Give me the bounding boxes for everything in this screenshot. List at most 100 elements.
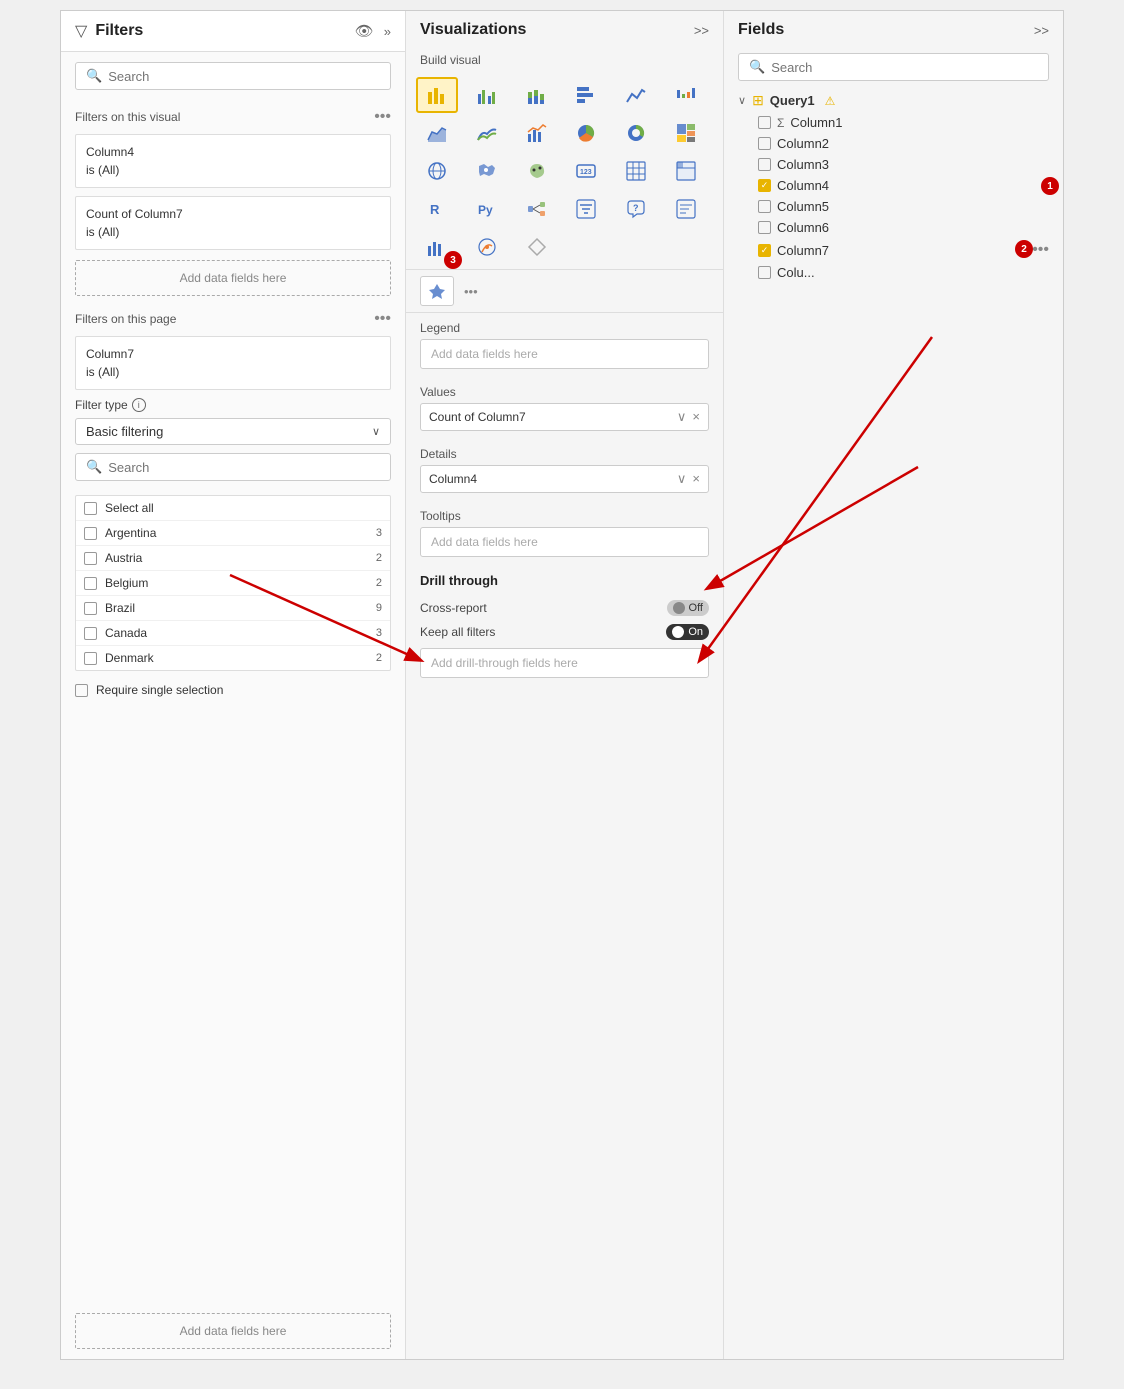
- viz-icon-decomp-tree[interactable]: [516, 191, 558, 227]
- viz-icon-treemap[interactable]: [665, 115, 707, 151]
- fields-expand-icon[interactable]: >>: [1034, 23, 1049, 38]
- details-close-icon[interactable]: ×: [692, 471, 700, 487]
- filter-item-denmark[interactable]: Denmark 2: [76, 646, 390, 670]
- viz-icon-stacked-bar[interactable]: [516, 77, 558, 113]
- viz-icon-horizontal-bar[interactable]: [565, 77, 607, 113]
- viz-icon-table[interactable]: [615, 153, 657, 189]
- eye-icon[interactable]: 👁: [355, 22, 374, 40]
- column2-checkbox[interactable]: [758, 137, 771, 150]
- viz-icon-globe[interactable]: [416, 153, 458, 189]
- filters-header: ▽ Filters 👁 »: [61, 11, 405, 52]
- filters-page-menu[interactable]: •••: [374, 310, 391, 328]
- column5-checkbox[interactable]: [758, 200, 771, 213]
- column1-checkbox[interactable]: [758, 116, 771, 129]
- viz-icon-smart-narrative[interactable]: [665, 191, 707, 227]
- filter-item-canada[interactable]: Canada 3: [76, 621, 390, 646]
- filter-list-search-input[interactable]: [108, 460, 380, 475]
- argentina-checkbox[interactable]: [84, 527, 97, 540]
- column7-checkbox[interactable]: ✓: [758, 244, 771, 257]
- column4-checkbox[interactable]: ✓: [758, 179, 771, 192]
- expand-icon[interactable]: »: [384, 24, 391, 39]
- filter-type-chevron: ∨: [372, 425, 380, 438]
- viz-icon-card[interactable]: 123: [565, 153, 607, 189]
- viz-icon-filter-visual[interactable]: [565, 191, 607, 227]
- query1-row[interactable]: ∨ ⊞ Query1 ⚠: [738, 89, 1049, 112]
- column4-label: Column4: [777, 178, 829, 193]
- column3-checkbox[interactable]: [758, 158, 771, 171]
- viz-icon-waterfall[interactable]: [665, 77, 707, 113]
- column6-checkbox[interactable]: [758, 221, 771, 234]
- viz-icon-diamond[interactable]: [516, 229, 558, 265]
- denmark-checkbox[interactable]: [84, 652, 97, 665]
- filter-item-brazil[interactable]: Brazil 9: [76, 596, 390, 621]
- filters-visual-add-fields[interactable]: Add data fields here: [75, 260, 391, 296]
- filters-visual-menu[interactable]: •••: [374, 108, 391, 126]
- viz-icon-metrics-visual[interactable]: [466, 229, 508, 265]
- details-field-text: Column4: [429, 472, 673, 486]
- viz-get-more-button[interactable]: [420, 276, 454, 306]
- viz-icon-pie[interactable]: [565, 115, 607, 151]
- column-row-5[interactable]: Column5: [738, 196, 1049, 217]
- keep-filters-toggle[interactable]: On: [666, 624, 709, 640]
- column-row-6[interactable]: Column6: [738, 217, 1049, 238]
- values-close-icon[interactable]: ×: [692, 409, 700, 425]
- query1-label: Query1: [770, 93, 815, 108]
- viz-icon-python[interactable]: Py: [466, 191, 508, 227]
- viz-expand-icon[interactable]: >>: [694, 23, 709, 38]
- require-single-checkbox[interactable]: [75, 684, 88, 697]
- viz-icon-grouped-bar[interactable]: [466, 77, 508, 113]
- details-chevron-icon[interactable]: ∨: [677, 471, 687, 487]
- filter-item-austria[interactable]: Austria 2: [76, 546, 390, 571]
- austria-checkbox[interactable]: [84, 552, 97, 565]
- column-row-2[interactable]: Column2: [738, 133, 1049, 154]
- filter-select-all[interactable]: Select all: [76, 496, 390, 521]
- filter-card-column7-page[interactable]: Column7 is (All): [75, 336, 391, 390]
- legend-drop-zone[interactable]: Add data fields here: [420, 339, 709, 369]
- column-row-7[interactable]: ✓ Column7 ••• 2: [738, 238, 1049, 262]
- column-row-8[interactable]: Colu...: [738, 262, 1049, 283]
- filter-card-count-column7[interactable]: Count of Column7 is (All): [75, 196, 391, 250]
- filter-type-info-icon[interactable]: i: [132, 398, 146, 412]
- filter-card-column4[interactable]: Column4 is (All): [75, 134, 391, 188]
- viz-icon-combo[interactable]: [516, 115, 558, 151]
- column7-more-button[interactable]: •••: [1032, 241, 1049, 259]
- filter-list-search-box[interactable]: 🔍: [75, 453, 391, 481]
- filters-search-input[interactable]: [108, 69, 380, 84]
- viz-icon-donut[interactable]: [615, 115, 657, 151]
- svg-text:R: R: [430, 202, 440, 217]
- filters-page-add-fields[interactable]: Add data fields here: [75, 1313, 391, 1349]
- values-field-item[interactable]: Count of Column7 ∨ ×: [420, 403, 709, 431]
- values-chevron-icon[interactable]: ∨: [677, 409, 687, 425]
- viz-icon-qa[interactable]: ?: [615, 191, 657, 227]
- tooltips-drop-zone[interactable]: Add data fields here: [420, 527, 709, 557]
- viz-more-options[interactable]: •••: [464, 284, 478, 299]
- column-row-4[interactable]: ✓ Column4 1: [738, 175, 1049, 196]
- viz-icon-bar-chart[interactable]: [416, 77, 458, 113]
- fields-search-input[interactable]: [771, 60, 1038, 75]
- viz-icon-shape-map[interactable]: [516, 153, 558, 189]
- filter-item-belgium[interactable]: Belgium 2: [76, 571, 390, 596]
- filter-type-select[interactable]: Basic filtering ∨: [75, 418, 391, 445]
- belgium-checkbox[interactable]: [84, 577, 97, 590]
- viz-icon-ribbon[interactable]: [466, 115, 508, 151]
- viz-icon-area-chart[interactable]: [416, 115, 458, 151]
- viz-icon-line-chart[interactable]: [615, 77, 657, 113]
- filter-item-argentina[interactable]: Argentina 3: [76, 521, 390, 546]
- fields-search-box[interactable]: 🔍: [738, 53, 1049, 81]
- filters-search-box[interactable]: 🔍: [75, 62, 391, 90]
- cross-report-toggle[interactable]: Off: [667, 600, 709, 616]
- column-row-1[interactable]: Σ Column1: [738, 112, 1049, 133]
- column2-label: Column2: [777, 136, 829, 151]
- drill-through-drop-zone[interactable]: Add drill-through fields here: [420, 648, 709, 678]
- column-row-3[interactable]: Column3: [738, 154, 1049, 175]
- brazil-checkbox[interactable]: [84, 602, 97, 615]
- viz-icon-r[interactable]: R: [416, 191, 458, 227]
- canada-checkbox[interactable]: [84, 627, 97, 640]
- details-field-item[interactable]: Column4 ∨ ×: [420, 465, 709, 493]
- viz-icon-bar-chart-2[interactable]: 3: [416, 229, 458, 265]
- viz-icon-filled-map[interactable]: [466, 153, 508, 189]
- select-all-checkbox[interactable]: [84, 502, 97, 515]
- column8-checkbox[interactable]: [758, 266, 771, 279]
- viz-icon-matrix[interactable]: [665, 153, 707, 189]
- fields-header: Fields >>: [724, 11, 1063, 49]
